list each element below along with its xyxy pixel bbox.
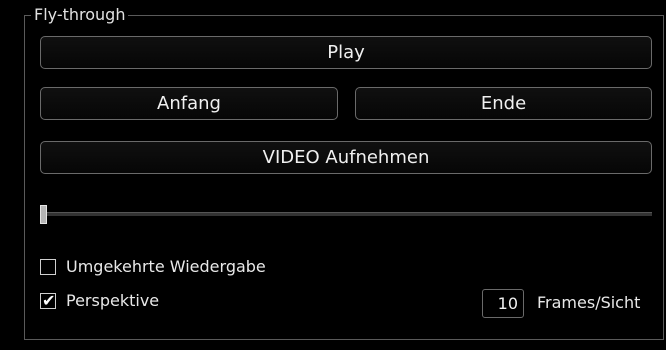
reverse-playback-option[interactable]: Umgekehrte Wiedergabe bbox=[40, 257, 266, 276]
group-title: Fly-through bbox=[31, 5, 129, 25]
perspective-label: Perspektive bbox=[66, 291, 160, 310]
reverse-playback-label: Umgekehrte Wiedergabe bbox=[66, 257, 266, 276]
timeline-slider-handle[interactable] bbox=[40, 205, 47, 224]
checkmark-icon: ✔ bbox=[42, 290, 56, 310]
perspective-checkbox[interactable]: ✔ bbox=[40, 290, 56, 310]
fly-through-panel: Fly-through Play Anfang Ende VIDEO Aufne… bbox=[0, 0, 666, 350]
reverse-playback-checkbox[interactable] bbox=[40, 258, 56, 275]
frames-per-view-input[interactable]: 10 bbox=[482, 289, 524, 318]
anfang-button[interactable]: Anfang bbox=[40, 87, 338, 120]
play-button[interactable]: Play bbox=[40, 36, 652, 69]
timeline-slider-track[interactable] bbox=[40, 212, 652, 216]
video-record-button[interactable]: VIDEO Aufnehmen bbox=[40, 141, 652, 174]
frames-per-view-label: Frames/Sicht bbox=[537, 293, 641, 312]
ende-button[interactable]: Ende bbox=[355, 87, 652, 120]
perspective-option[interactable]: ✔ Perspektive bbox=[40, 291, 159, 310]
